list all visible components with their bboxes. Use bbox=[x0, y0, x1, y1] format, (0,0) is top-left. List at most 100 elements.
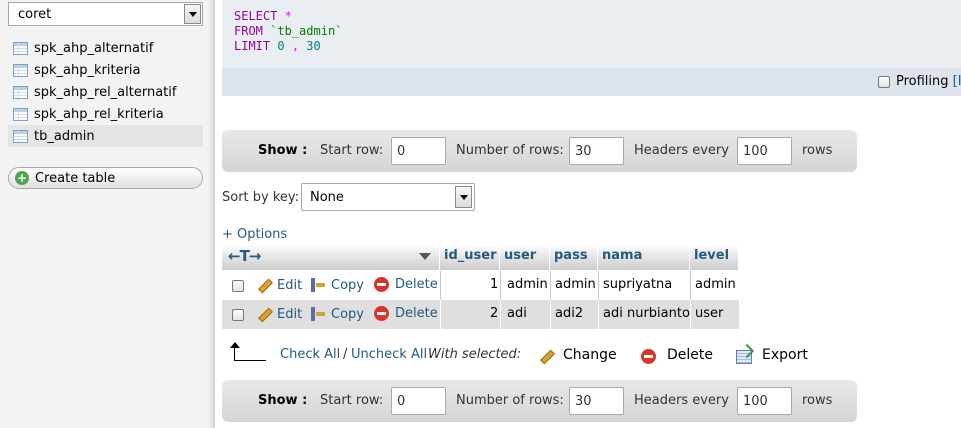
start-row-input[interactable]: 0 bbox=[391, 387, 446, 415]
column-divider bbox=[598, 271, 599, 300]
create-table-label: Create table bbox=[35, 170, 116, 186]
delete-label[interactable]: Delete bbox=[395, 306, 438, 321]
cell-level[interactable]: user bbox=[695, 306, 723, 321]
column-header-pass[interactable]: pass bbox=[550, 244, 598, 270]
headers-every-input[interactable]: 100 bbox=[737, 387, 792, 415]
sort-by-key-value: None bbox=[310, 190, 344, 205]
column-divider bbox=[440, 271, 441, 300]
copy-action[interactable]: Copy bbox=[310, 277, 364, 293]
sql-table-name: `tb_admin` bbox=[270, 24, 343, 38]
profiling-label[interactable]: Profiling bbox=[896, 74, 949, 89]
copy-icon bbox=[310, 306, 326, 322]
sql-count: 30 bbox=[306, 39, 321, 53]
sidebar-resize-edge[interactable] bbox=[208, 0, 214, 428]
cell-level[interactable]: admin bbox=[695, 277, 736, 292]
table-name[interactable]: spk_ahp_rel_alternatif bbox=[34, 85, 176, 100]
column-header-id-user[interactable]: id_user bbox=[440, 244, 500, 270]
cell-nama[interactable]: adi nurbianto bbox=[603, 306, 690, 321]
delete-icon[interactable] bbox=[641, 349, 656, 364]
row-checkbox[interactable] bbox=[232, 280, 244, 292]
headers-every-label: Headers every bbox=[634, 393, 729, 408]
options-link[interactable]: + Options bbox=[222, 227, 287, 242]
profiling-checkbox[interactable] bbox=[878, 75, 890, 88]
column-header-user[interactable]: user bbox=[500, 244, 550, 270]
delete-icon bbox=[374, 306, 389, 321]
navigation-sidebar: coret spk_ahp_alternatif spk_ahp_kriteri… bbox=[0, 0, 215, 428]
sidebar-item-spk-ahp-rel-alternatif[interactable]: spk_ahp_rel_alternatif bbox=[8, 81, 203, 103]
dropdown-arrow-icon[interactable] bbox=[184, 4, 201, 24]
num-rows-input[interactable]: 30 bbox=[569, 387, 624, 415]
inline-edit-link[interactable]: [I bbox=[953, 74, 961, 89]
cell-user[interactable]: admin bbox=[507, 277, 548, 292]
sort-arrow-icon[interactable] bbox=[419, 253, 431, 260]
table-icon[interactable] bbox=[13, 107, 28, 121]
edit-label[interactable]: Edit bbox=[277, 278, 302, 293]
table-row: Edit Copy Delete 1 admin admin supriyatn… bbox=[222, 271, 739, 300]
delete-action[interactable]: Delete bbox=[374, 306, 438, 321]
profiling-toggle[interactable]: Profiling [I bbox=[878, 74, 961, 89]
column-divider bbox=[598, 300, 599, 329]
cell-nama[interactable]: supriyatna bbox=[603, 277, 672, 292]
dropdown-arrow-icon[interactable] bbox=[455, 186, 472, 208]
table-name[interactable]: spk_ahp_rel_kriteria bbox=[34, 107, 164, 122]
sidebar-item-tb-admin[interactable]: tb_admin bbox=[8, 125, 203, 147]
database-select-value: coret bbox=[18, 7, 52, 22]
edit-label[interactable]: Edit bbox=[277, 307, 302, 322]
copy-icon bbox=[310, 277, 326, 293]
database-select[interactable]: coret bbox=[8, 2, 203, 26]
column-header-nama[interactable]: nama bbox=[598, 244, 690, 270]
table-list: spk_ahp_alternatif spk_ahp_kriteria spk_… bbox=[8, 37, 203, 147]
sql-keyword: LIMIT bbox=[234, 39, 271, 53]
cell-user[interactable]: adi bbox=[507, 306, 527, 321]
copy-action[interactable]: Copy bbox=[310, 306, 364, 322]
delete-icon bbox=[374, 277, 389, 292]
sql-query-code: SELECT * FROM `tb_admin` LIMIT 0 , 30 bbox=[234, 9, 342, 54]
change-button[interactable]: Change bbox=[563, 347, 617, 363]
column-arrows-icon[interactable]: ←T→ bbox=[228, 247, 261, 265]
start-row-input[interactable]: 0 bbox=[391, 137, 446, 165]
export-button[interactable]: Export bbox=[762, 347, 808, 363]
sidebar-item-spk-ahp-kriteria[interactable]: spk_ahp_kriteria bbox=[8, 59, 203, 81]
table-icon[interactable] bbox=[13, 41, 28, 55]
show-button[interactable]: Show : bbox=[258, 143, 307, 158]
cell-pass[interactable]: adi2 bbox=[555, 306, 583, 321]
row-checkbox[interactable] bbox=[232, 309, 244, 321]
sidebar-item-spk-ahp-alternatif[interactable]: spk_ahp_alternatif bbox=[8, 37, 203, 59]
column-header-level[interactable]: level bbox=[690, 244, 739, 270]
table-icon[interactable] bbox=[13, 85, 28, 99]
sql-comma: , bbox=[291, 39, 300, 53]
export-icon[interactable] bbox=[736, 350, 752, 364]
rows-label: rows bbox=[802, 393, 833, 408]
sort-by-key-label: Sort by key: bbox=[222, 190, 300, 205]
num-rows-input[interactable]: 30 bbox=[569, 137, 624, 165]
copy-label[interactable]: Copy bbox=[331, 278, 364, 293]
headers-every-input[interactable]: 100 bbox=[737, 137, 792, 165]
create-table-button[interactable]: + Create table bbox=[8, 167, 203, 189]
cell-id-user[interactable]: 1 bbox=[490, 277, 498, 292]
delete-button[interactable]: Delete bbox=[667, 347, 713, 363]
delete-label[interactable]: Delete bbox=[395, 277, 438, 292]
edit-action[interactable]: Edit bbox=[256, 277, 302, 293]
copy-label[interactable]: Copy bbox=[331, 307, 364, 322]
rows-label: rows bbox=[802, 143, 833, 158]
sort-by-key-select[interactable]: None bbox=[301, 183, 475, 211]
show-button[interactable]: Show : bbox=[258, 393, 307, 408]
table-name[interactable]: tb_admin bbox=[34, 129, 95, 144]
column-divider bbox=[550, 271, 551, 300]
pencil-icon[interactable] bbox=[538, 348, 554, 364]
table-name[interactable]: spk_ahp_alternatif bbox=[34, 41, 153, 56]
table-icon[interactable] bbox=[13, 63, 28, 77]
arrow-up-icon bbox=[230, 342, 266, 361]
column-divider bbox=[440, 300, 441, 329]
start-row-label: Start row: bbox=[320, 143, 384, 158]
edit-action[interactable]: Edit bbox=[256, 306, 302, 322]
delete-action[interactable]: Delete bbox=[374, 277, 438, 292]
navigation-bar-top: Show : Start row: 0 Number of rows: 30 H… bbox=[222, 130, 857, 172]
cell-id-user[interactable]: 2 bbox=[490, 306, 498, 321]
table-icon[interactable] bbox=[13, 129, 28, 143]
table-name[interactable]: spk_ahp_kriteria bbox=[34, 63, 141, 78]
cell-pass[interactable]: admin bbox=[555, 277, 596, 292]
sidebar-item-spk-ahp-rel-kriteria[interactable]: spk_ahp_rel_kriteria bbox=[8, 103, 203, 125]
uncheck-all-link[interactable]: Uncheck All bbox=[351, 347, 427, 362]
check-all-link[interactable]: Check All bbox=[280, 347, 340, 362]
